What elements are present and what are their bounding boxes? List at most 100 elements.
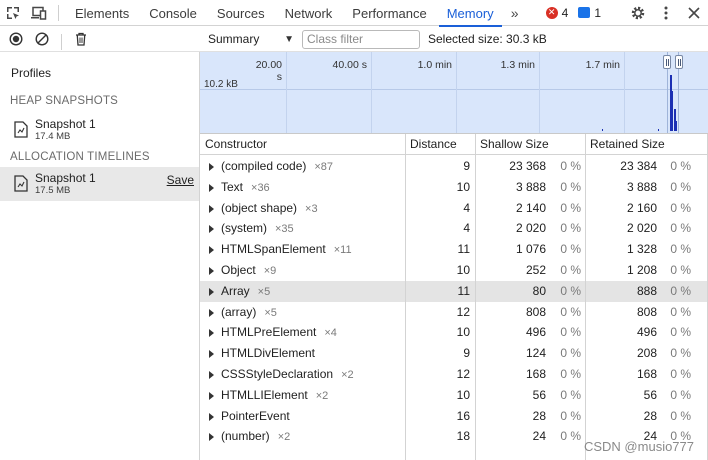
table-row[interactable]: HTMLLIElement ×2 10 56 0 % 56 0 %: [200, 385, 708, 406]
trash-icon[interactable]: [68, 27, 94, 51]
retained-size-percent: 0 %: [670, 387, 691, 402]
close-icon[interactable]: [680, 0, 708, 26]
distance-value: 12: [456, 367, 470, 381]
table-row[interactable]: (array) ×5 12 808 0 % 808 0 %: [200, 302, 708, 323]
column-retained-size[interactable]: Retained Size: [585, 134, 708, 155]
constructor-name-text: HTMLDivElement: [221, 346, 316, 361]
expand-arrow-icon[interactable]: [209, 433, 214, 442]
tab-sources[interactable]: Sources: [207, 0, 275, 26]
tab-network[interactable]: Network: [275, 0, 343, 26]
shallow-size-percent: 0 %: [560, 242, 581, 257]
timeline-tick-line: [371, 52, 372, 133]
column-shallow-size[interactable]: Shallow Size: [475, 134, 585, 155]
expand-arrow-icon[interactable]: [209, 371, 214, 379]
view-select[interactable]: Summary ▼: [208, 32, 294, 46]
profiles-title: Profiles: [11, 66, 52, 80]
shallow-size-value: 252: [525, 263, 546, 277]
issue-counters[interactable]: ✕ 4 1: [545, 0, 607, 25]
shallow-size-percent: 0 %: [560, 304, 581, 319]
allocation-bar: [672, 91, 673, 131]
snapshot-toolbar: Summary ▼ Selected size: 30.3 kB: [200, 27, 708, 52]
retained-size-percent: 0 %: [670, 221, 691, 236]
table-row[interactable]: HTMLDivElement 9 124 0 % 208 0 %: [200, 343, 708, 364]
expand-arrow-icon[interactable]: [209, 308, 214, 317]
device-toolbar-icon[interactable]: [26, 0, 52, 26]
allocation-timeline-item[interactable]: Snapshot 1 17.5 MB Save: [0, 167, 199, 201]
distance-value: 4: [463, 200, 470, 215]
expand-arrow-icon[interactable]: [209, 412, 214, 421]
message-icon: [578, 7, 591, 18]
class-filter-input[interactable]: [302, 29, 420, 49]
table-row[interactable]: PointerEvent 16 28 0 % 28 0 %: [200, 406, 708, 427]
shallow-size-value: 168: [525, 367, 546, 381]
column-divider: [475, 134, 476, 460]
retained-size-value: 168: [636, 367, 657, 381]
column-distance[interactable]: Distance: [405, 134, 475, 155]
retained-size-value: 208: [636, 346, 657, 361]
allocation-timeline-overview[interactable]: 10.2 kB 20.00 s 40.00 s 1.0 min 1.3 min …: [200, 52, 708, 134]
selection-left-handle[interactable]: [663, 55, 671, 69]
distance-value: 10: [456, 179, 470, 194]
constructor-name-text: HTMLSpanElement: [221, 242, 326, 257]
table-row[interactable]: (compiled code) ×87 9 23 368 0 % 23 384 0 %: [200, 156, 708, 177]
tab-performance[interactable]: Performance: [342, 0, 436, 26]
table-row[interactable]: Object ×9 10 252 0 % 1 208 0 %: [200, 260, 708, 281]
retained-size-percent: 0 %: [670, 179, 691, 194]
expand-arrow-icon[interactable]: [209, 287, 214, 296]
retained-size-percent: 0 %: [670, 242, 691, 257]
allocation-timelines-header: ALLOCATION TIMELINES: [10, 151, 150, 163]
expand-arrow-icon[interactable]: [209, 350, 214, 359]
expand-arrow-icon[interactable]: [209, 163, 214, 171]
save-link[interactable]: Save: [167, 173, 194, 187]
tab-elements[interactable]: Elements: [65, 0, 139, 26]
selection-right-handle[interactable]: [675, 55, 683, 69]
expand-arrow-icon[interactable]: [209, 391, 214, 400]
constructor-name-text: Array: [221, 283, 250, 298]
tab-memory[interactable]: Memory: [437, 0, 504, 27]
constructor-name: PointerEvent: [221, 406, 298, 427]
retained-size-value: 28: [643, 408, 657, 423]
shallow-size-value: 808: [525, 304, 546, 319]
shallow-size-value: 80: [532, 283, 546, 298]
expand-arrow-icon[interactable]: [209, 204, 214, 213]
tab-console[interactable]: Console: [139, 0, 207, 26]
clear-icon[interactable]: [29, 27, 55, 51]
allocation-bar: [658, 129, 659, 131]
constructor-name: Object ×9: [221, 260, 276, 281]
inspect-element-icon[interactable]: [0, 0, 26, 26]
retained-size-value: 3 888: [626, 179, 657, 194]
snapshot-file-icon: [14, 175, 28, 192]
record-icon[interactable]: [3, 27, 29, 51]
timeline-tick-line: [456, 52, 457, 133]
double-chevron-right-icon[interactable]: »: [504, 0, 526, 25]
gear-icon[interactable]: [624, 0, 652, 26]
constructor-name-text: PointerEvent: [221, 408, 290, 423]
kebab-menu-icon[interactable]: [652, 0, 680, 26]
distance-value: 10: [456, 387, 470, 402]
shallow-size-value: 124: [525, 346, 546, 361]
table-row[interactable]: (object shape) ×3 4 2 140 0 % 2 160 0 %: [200, 198, 708, 219]
table-row[interactable]: Text ×36 10 3 888 0 % 3 888 0 %: [200, 177, 708, 198]
heap-snapshot-item[interactable]: Snapshot 1 17.4 MB: [0, 113, 199, 147]
shallow-size-percent: 0 %: [560, 408, 581, 423]
constructor-name: Text ×36: [221, 177, 270, 198]
retained-size-value: 888: [636, 283, 657, 298]
expand-arrow-icon[interactable]: [209, 225, 214, 234]
toolbar-divider: [58, 5, 59, 21]
table-row[interactable]: CSSStyleDeclaration ×2 12 168 0 % 168 0 %: [200, 364, 708, 385]
instance-count: ×87: [314, 161, 334, 173]
constructor-name: HTMLLIElement ×2: [221, 385, 328, 406]
table-row[interactable]: HTMLPreElement ×4 10 496 0 % 496 0 %: [200, 322, 708, 343]
instance-count: ×5: [257, 285, 271, 298]
column-constructor[interactable]: Constructor: [200, 134, 405, 155]
table-row[interactable]: (system) ×35 4 2 020 0 % 2 020 0 %: [200, 218, 708, 239]
table-row[interactable]: Array ×5 11 80 0 % 888 0 %: [200, 280, 708, 302]
shallow-size-value: 24: [532, 429, 546, 444]
expand-arrow-icon[interactable]: [209, 246, 214, 255]
expand-arrow-icon[interactable]: [209, 267, 214, 275]
distance-value: 4: [463, 221, 470, 236]
expand-arrow-icon[interactable]: [209, 183, 214, 192]
column-divider: [585, 134, 586, 460]
table-row[interactable]: HTMLSpanElement ×11 11 1 076 0 % 1 328 0 %: [200, 239, 708, 260]
expand-arrow-icon[interactable]: [209, 329, 214, 338]
